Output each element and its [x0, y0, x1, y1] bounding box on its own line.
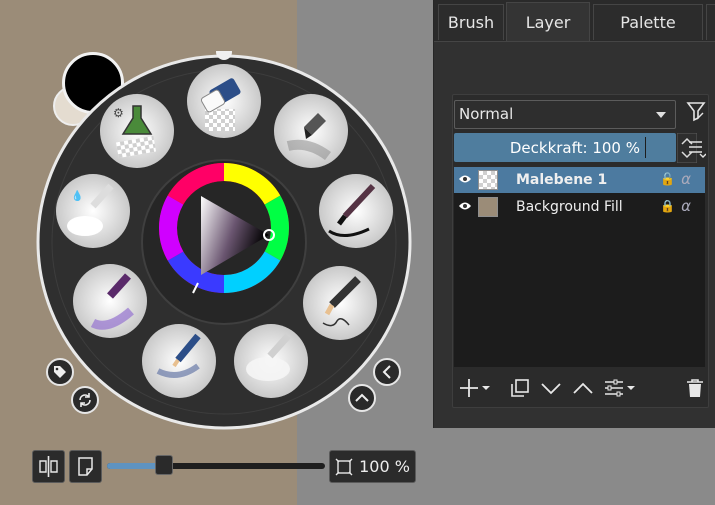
layer-name: Background Fill — [516, 199, 623, 215]
tab-palette[interactable]: Palette — [593, 4, 703, 40]
filter-icon[interactable] — [686, 100, 706, 127]
layer-row[interactable]: Malebene 1 🔓 α — [454, 167, 705, 193]
chevron-down-icon — [656, 112, 666, 118]
layer-list[interactable]: Malebene 1 🔓 α Background Fill 🔒 α — [454, 167, 705, 367]
layer-properties-button[interactable] — [604, 378, 638, 401]
experimental-chemistry-brush-icon: ⚙ — [100, 94, 174, 168]
duplicate-layer-button[interactable] — [510, 378, 530, 401]
svg-text:⚙: ⚙ — [113, 106, 124, 120]
opacity-slider[interactable]: Deckkraft: 100 % — [454, 133, 676, 162]
mirror-view-button[interactable] — [32, 450, 65, 483]
pencil-brush-icon — [303, 266, 377, 340]
layer-name: Malebene 1 — [516, 172, 608, 188]
tab-layer[interactable]: Layer — [506, 2, 590, 41]
color-pencil-brush-icon — [142, 324, 216, 398]
eye-icon[interactable] — [454, 200, 476, 215]
layer-docker: Brush Layer Palette Normal Deckkraft: 10… — [433, 0, 715, 428]
tab-brush[interactable]: Brush — [438, 4, 504, 40]
slider-handle[interactable] — [155, 455, 173, 475]
layer-toolbar — [454, 372, 705, 406]
blend-mode-label: Normal — [459, 105, 514, 123]
popup-palette[interactable]: 💧 ⚙ — [33, 51, 415, 433]
opacity-separator — [645, 137, 646, 158]
expand-up-button[interactable] — [348, 384, 376, 412]
eraser-brush-icon — [187, 64, 261, 138]
add-layer-button[interactable] — [460, 378, 492, 401]
alpha-lock-icon[interactable]: α — [681, 170, 691, 188]
delete-layer-button[interactable] — [686, 378, 704, 401]
eye-icon[interactable] — [454, 173, 476, 188]
ink-brush-icon — [319, 174, 393, 248]
tag-selector-button[interactable] — [46, 358, 74, 386]
alpha-lock-icon[interactable]: α — [681, 197, 691, 215]
svg-text:💧: 💧 — [71, 189, 83, 202]
docker-tabs: Brush Layer Palette — [434, 0, 715, 42]
inking-pen-brush-icon — [274, 94, 348, 168]
layer-thumbnail — [478, 170, 498, 190]
fit-icon — [335, 458, 353, 475]
brush-size-slider[interactable] — [107, 455, 325, 475]
reset-rotation-button[interactable] — [71, 386, 99, 414]
zoom-button[interactable]: 100 % — [329, 450, 416, 483]
chalk-brush-icon — [234, 324, 308, 398]
unlock-icon[interactable]: 🔓 — [660, 172, 675, 186]
purple-marker-brush-icon — [73, 264, 147, 338]
opacity-label: Deckkraft: 100 % — [509, 139, 640, 157]
blend-mode-select[interactable]: Normal — [454, 100, 676, 129]
layer-row[interactable]: Background Fill 🔒 α — [454, 194, 705, 220]
layer-menu-icon[interactable] — [688, 138, 707, 163]
layer-thumbnail — [478, 197, 498, 217]
move-layer-down-button[interactable] — [540, 378, 562, 401]
canvas-only-button[interactable] — [69, 450, 102, 483]
collapse-left-button[interactable] — [373, 358, 401, 386]
tab-overflow[interactable] — [706, 4, 715, 40]
airbrush-soft-icon: 💧 — [56, 174, 130, 248]
lock-icon[interactable]: 🔒 — [660, 199, 675, 213]
zoom-label: 100 % — [359, 457, 410, 476]
move-layer-up-button[interactable] — [572, 378, 594, 401]
